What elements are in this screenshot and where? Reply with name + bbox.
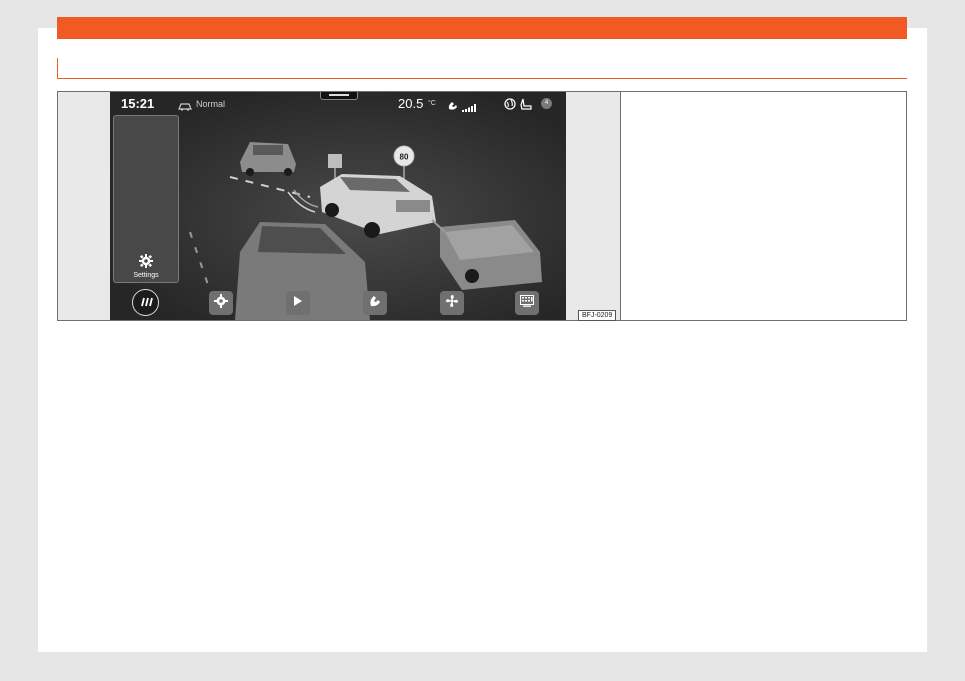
globe-icon xyxy=(504,97,516,115)
figure-code: BFJ-0209 xyxy=(578,310,617,321)
phone-button[interactable] xyxy=(363,291,387,315)
settings-button[interactable] xyxy=(209,291,233,315)
media-button[interactable] xyxy=(286,291,310,315)
section-heading-rule xyxy=(57,58,907,79)
notification-badge[interactable]: 4 xyxy=(541,98,552,109)
figure-margin-left xyxy=(58,92,110,320)
infotainment-screen: 80 15:21 Normal 20.5 °C 4 Settings xyxy=(110,92,566,320)
seat-heating-icon xyxy=(520,97,532,115)
temperature-unit: °C xyxy=(428,100,436,107)
phone-mirror-icon xyxy=(520,294,534,312)
gear-icon[interactable] xyxy=(139,254,153,273)
signal-strength-icon xyxy=(462,99,476,117)
phone-icon xyxy=(368,294,382,313)
settings-icon xyxy=(214,293,228,313)
car-icon xyxy=(178,98,192,116)
drawer-handle[interactable] xyxy=(320,92,358,100)
clock: 15:21 xyxy=(121,96,155,111)
phone-mirror-button[interactable] xyxy=(515,291,539,315)
direction-sign xyxy=(328,154,342,168)
distant-car xyxy=(240,142,296,176)
fan-icon xyxy=(445,294,459,313)
play-icon xyxy=(293,294,303,312)
phone-icon xyxy=(447,98,458,116)
outside-temperature: 20.5 xyxy=(398,96,424,111)
settings-label[interactable]: Settings xyxy=(114,272,178,279)
header-bar xyxy=(57,17,907,39)
climate-button[interactable] xyxy=(440,291,464,315)
figure-margin-right xyxy=(566,92,620,320)
figure: BFJ-0209 80 15:21 Normal 20.5 °C 4 Setti… xyxy=(57,91,907,321)
menu-icon xyxy=(139,294,153,312)
drive-mode[interactable]: Normal xyxy=(196,99,225,109)
svg-text:80: 80 xyxy=(400,153,409,162)
menu-button[interactable] xyxy=(132,289,159,316)
figure-divider xyxy=(620,92,621,320)
side-panel[interactable]: Settings xyxy=(113,115,179,283)
